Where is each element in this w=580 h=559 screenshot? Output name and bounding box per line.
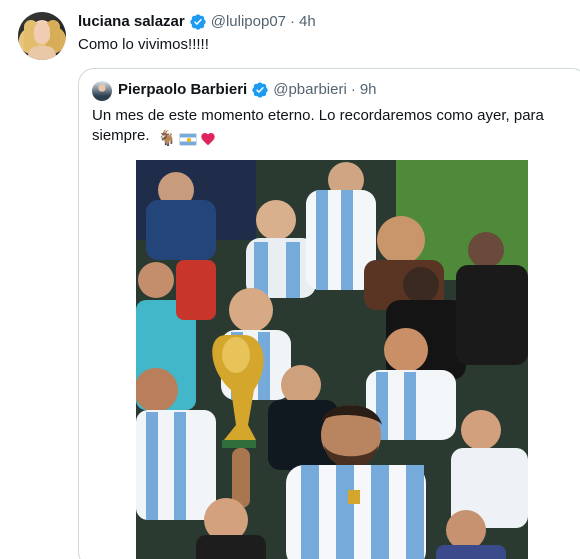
verified-badge-icon <box>252 82 268 98</box>
celebration-photo <box>136 160 528 559</box>
quoted-author-handle[interactable]: @pbarbieri <box>273 80 347 100</box>
author-name[interactable]: luciana salazar <box>78 12 185 32</box>
tweet-header: luciana salazar @lulipop07 · 4h <box>78 12 316 32</box>
tweet-timestamp[interactable]: 4h <box>299 12 316 32</box>
author-avatar[interactable] <box>18 12 66 60</box>
argentina-flag-icon <box>179 132 198 146</box>
tweet[interactable]: luciana salazar @lulipop07 · 4h Como lo … <box>0 0 580 559</box>
red-heart-icon <box>201 133 216 146</box>
goat-icon: 🐐 <box>157 130 177 147</box>
quoted-author-avatar[interactable] <box>92 81 112 101</box>
verified-badge-icon <box>190 14 206 30</box>
author-handle[interactable]: @lulipop07 <box>211 12 286 32</box>
quoted-tweet[interactable]: Pierpaolo Barbieri @pbarbieri · 9h Un me… <box>78 68 580 559</box>
separator-dot: · <box>350 81 356 98</box>
separator-dot: · <box>290 13 296 30</box>
quoted-author-name[interactable]: Pierpaolo Barbieri <box>118 80 247 100</box>
quoted-tweet-header: Pierpaolo Barbieri @pbarbieri · 9h <box>118 80 377 100</box>
emoji-group: 🐐 <box>158 130 217 148</box>
quoted-tweet-text: Un mes de este momento eterno. Lo record… <box>92 106 562 148</box>
quoted-tweet-timestamp[interactable]: 9h <box>360 80 377 100</box>
tweet-text: Como lo vivimos!!!!! <box>78 36 209 53</box>
quoted-tweet-photo[interactable] <box>136 160 528 559</box>
